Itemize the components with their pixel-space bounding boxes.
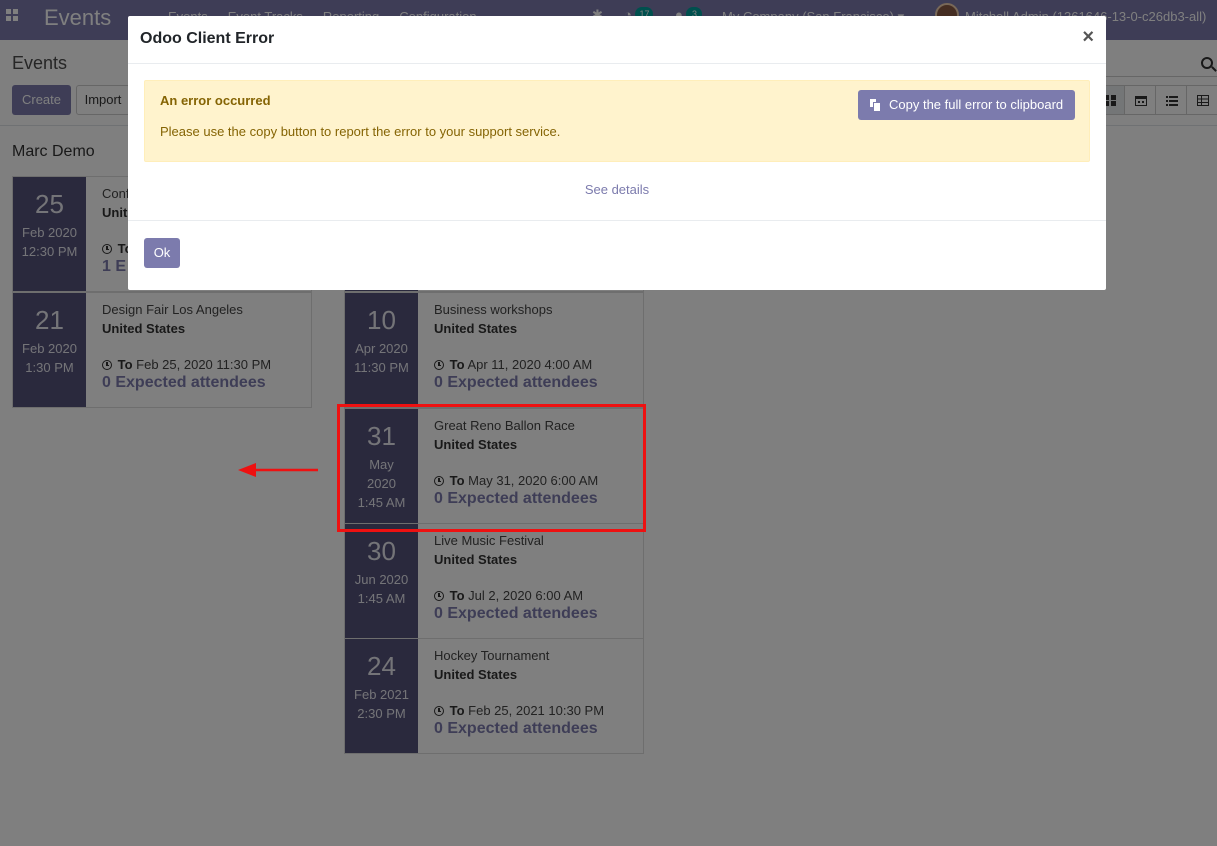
alert-heading: An error occurred <box>160 93 271 108</box>
ok-button[interactable]: Ok <box>144 238 180 268</box>
error-alert: An error occurred Please use the copy bu… <box>144 80 1090 162</box>
dialog-footer: Ok <box>128 220 1106 290</box>
arrow-left-icon <box>238 463 318 477</box>
close-icon[interactable]: × <box>1082 26 1094 49</box>
dialog-header: Odoo Client Error × <box>128 16 1106 64</box>
error-dialog: Odoo Client Error × An error occurred Pl… <box>128 16 1106 290</box>
copy-error-button[interactable]: Copy the full error to clipboard <box>858 90 1075 120</box>
dialog-title: Odoo Client Error <box>140 30 275 47</box>
clipboard-icon <box>869 98 881 112</box>
highlight-box <box>337 404 646 532</box>
see-details-link[interactable]: See details <box>128 182 1106 197</box>
alert-message: Please use the copy button to report the… <box>160 124 561 139</box>
copy-error-label: Copy the full error to clipboard <box>889 97 1064 112</box>
